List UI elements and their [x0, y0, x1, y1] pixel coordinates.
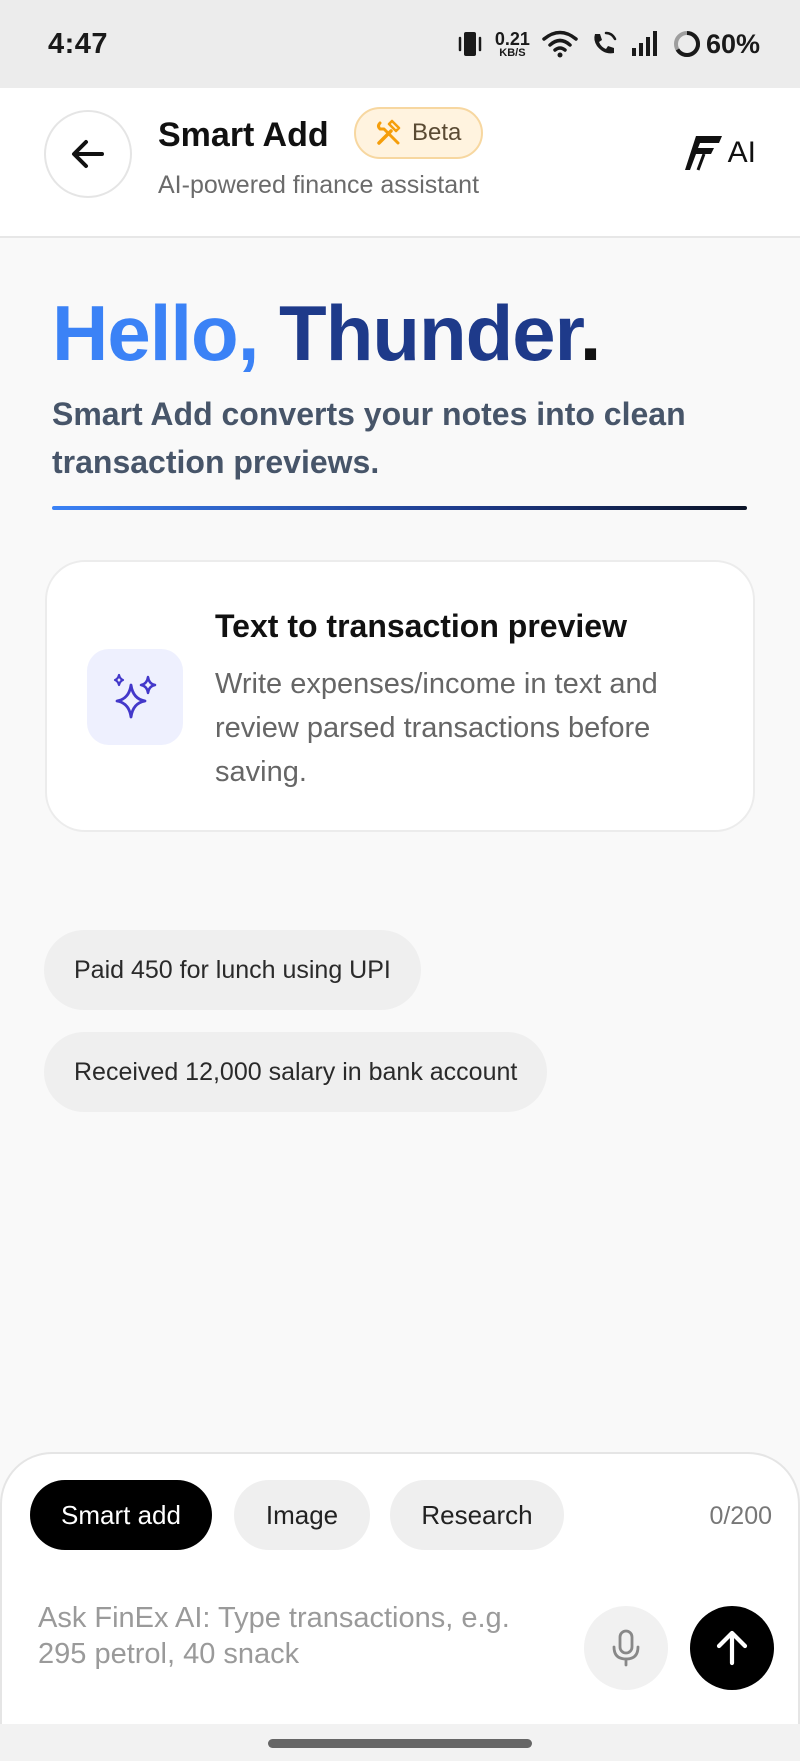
greeting-hello: Hello,: [52, 289, 259, 377]
status-icons: 0.21 KB/S 60%: [457, 29, 760, 60]
microphone-button[interactable]: [584, 1606, 668, 1690]
composer-panel: Smart add Image Research 0/200: [0, 1452, 800, 1724]
back-button[interactable]: [44, 110, 132, 198]
sparkles-icon: [113, 673, 157, 719]
mode-research-button[interactable]: Research: [390, 1480, 564, 1550]
greeting-heading: Hello, Thunder.: [52, 288, 602, 379]
beta-badge: Beta: [354, 107, 484, 159]
wifi-icon: [542, 30, 578, 58]
character-counter: 0/200: [709, 1502, 772, 1530]
suggestion-chip[interactable]: Received 12,000 salary in bank account: [44, 1032, 548, 1112]
greeting-divider: [52, 506, 747, 510]
status-time: 4:47: [48, 27, 109, 60]
app-header: Smart Add Beta AI-powered finance assist…: [0, 88, 800, 238]
send-button[interactable]: [690, 1606, 774, 1690]
wifi-call-icon: [590, 30, 618, 58]
vibrate-icon: [457, 29, 483, 59]
network-speed-value: 0.21: [494, 28, 530, 49]
greeting-description: Smart Add converts your notes into clean…: [52, 396, 686, 480]
greeting-dot: .: [579, 289, 602, 377]
arrow-left-icon: [72, 140, 104, 168]
transaction-input[interactable]: [38, 1600, 558, 1680]
feature-title: Text to transaction preview: [215, 608, 627, 644]
page-subtitle: AI-powered finance assistant: [158, 171, 480, 199]
page-title: Smart Add: [158, 116, 329, 154]
finex-logo-icon: [684, 136, 722, 171]
home-indicator[interactable]: [268, 1739, 532, 1748]
brand-logo: AI: [684, 134, 756, 172]
arrow-up-icon: [716, 1630, 748, 1666]
status-bar: 4:47 0.21 KB/S 60%: [0, 0, 800, 88]
feature-card: Text to transaction preview Write expens…: [45, 560, 755, 832]
mode-image-button[interactable]: Image: [234, 1480, 370, 1550]
signal-icon: [630, 30, 660, 58]
network-speed: 0.21 KB/S: [495, 30, 530, 59]
feature-icon-tile: [87, 649, 183, 745]
brand-text: AI: [727, 136, 756, 169]
feature-description: Write expenses/income in text and review…: [215, 668, 658, 788]
beta-label: Beta: [412, 119, 462, 146]
greeting-name: Thunder: [279, 289, 581, 377]
tools-icon: [377, 119, 401, 145]
battery-percent: 60%: [705, 28, 760, 59]
mode-smart-add-button[interactable]: Smart add: [30, 1480, 212, 1550]
suggestion-chip[interactable]: Paid 450 for lunch using UPI: [44, 930, 421, 1010]
battery-indicator: 60%: [672, 29, 760, 60]
microphone-icon: [612, 1629, 640, 1667]
network-speed-unit: KB/S: [499, 46, 526, 59]
battery-icon: [673, 30, 700, 57]
gesture-navigation-area: [0, 1724, 800, 1761]
